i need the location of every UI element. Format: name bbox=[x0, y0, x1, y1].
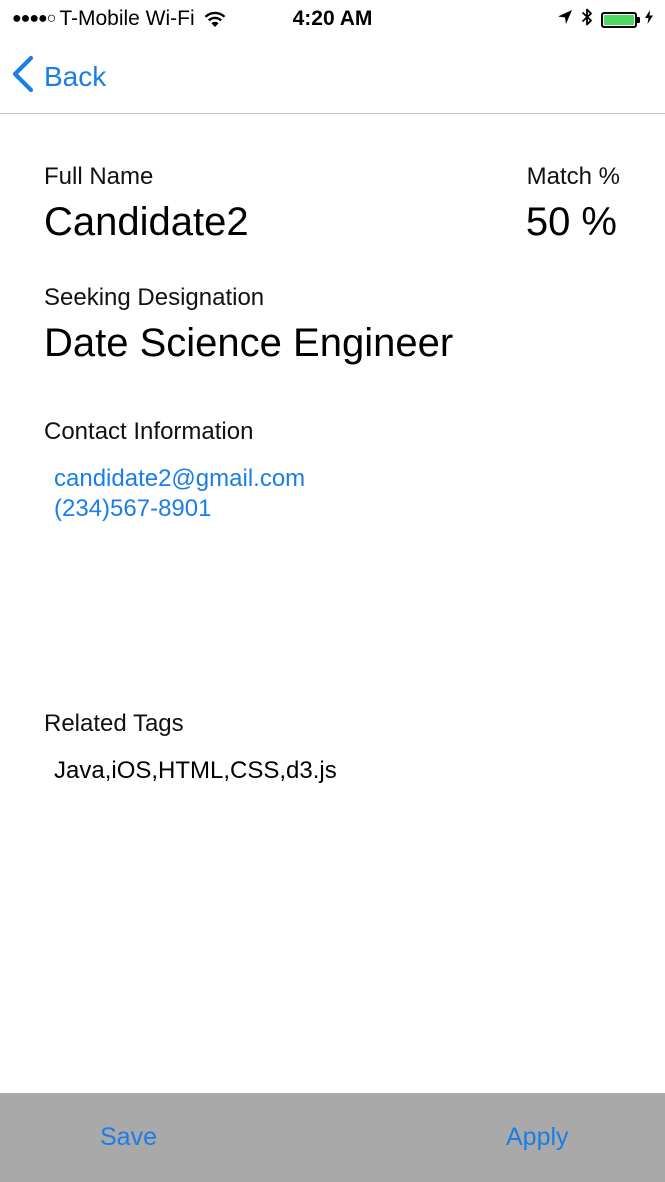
chevron-left-icon bbox=[12, 55, 34, 97]
bluetooth-icon bbox=[581, 7, 593, 32]
designation-value: Date Science Engineer bbox=[44, 321, 454, 365]
status-bar-right bbox=[557, 7, 653, 32]
apply-button[interactable]: Apply bbox=[506, 1121, 569, 1153]
battery-nub bbox=[637, 16, 640, 23]
email-link[interactable]: candidate2@gmail.com bbox=[54, 464, 305, 494]
location-arrow-icon bbox=[557, 9, 573, 30]
full-name-label: Full Name bbox=[44, 163, 154, 190]
save-button[interactable]: Save bbox=[100, 1121, 157, 1153]
tags-value: Java,iOS,HTML,CSS,d3.js bbox=[54, 757, 337, 784]
back-button[interactable]: Back bbox=[12, 55, 107, 97]
phone-link[interactable]: (234)567-8901 bbox=[54, 494, 211, 524]
tags-label: Related Tags bbox=[44, 710, 184, 737]
battery-level bbox=[604, 14, 634, 25]
full-name-value: Candidate2 bbox=[44, 200, 249, 244]
back-label: Back bbox=[44, 60, 107, 92]
match-label: Match % bbox=[526, 163, 620, 190]
designation-label: Seeking Designation bbox=[44, 284, 265, 311]
navigation-bar: Back bbox=[0, 38, 665, 114]
contact-label: Contact Information bbox=[44, 418, 254, 445]
battery-icon bbox=[601, 11, 640, 28]
match-value: 50 % bbox=[525, 200, 617, 244]
charging-bolt-icon bbox=[645, 10, 653, 29]
bottom-toolbar: Save Apply bbox=[0, 1093, 665, 1182]
status-bar: ●●●●○ T-Mobile Wi-Fi 4:20 AM bbox=[0, 0, 665, 38]
